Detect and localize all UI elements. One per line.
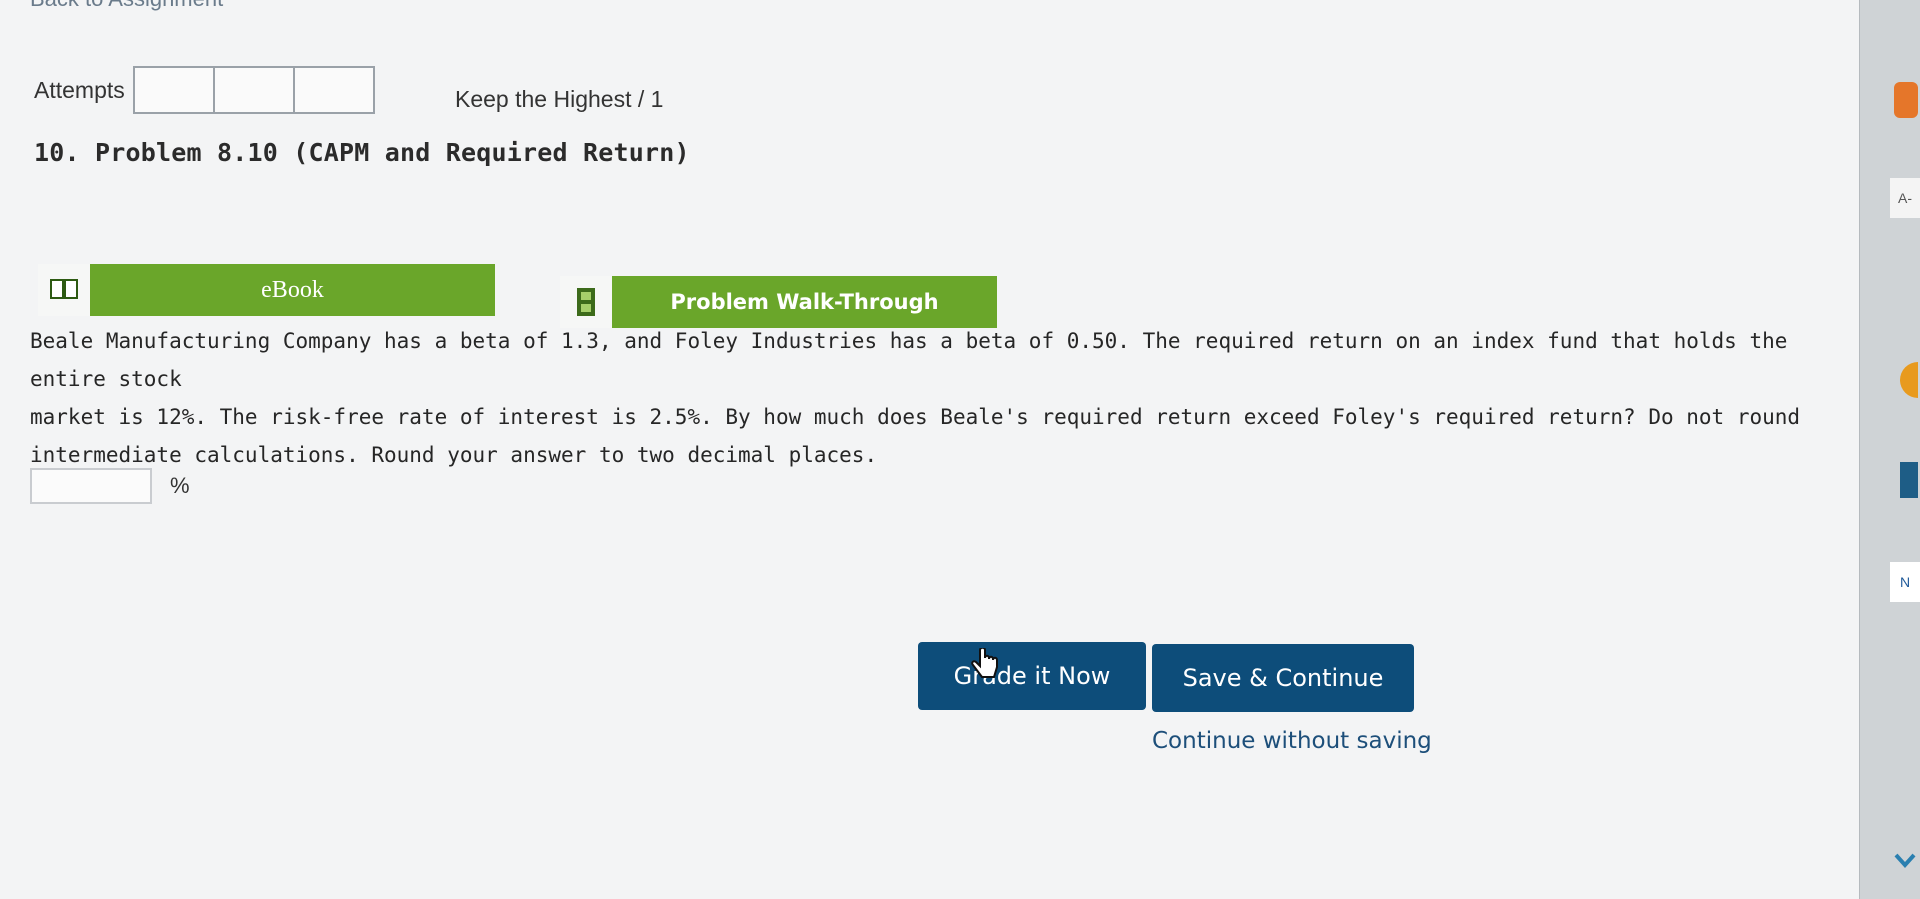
app-icon[interactable] [1890, 460, 1920, 500]
browser-side-rail: A- N [1859, 0, 1920, 899]
film-icon [560, 276, 612, 328]
ebook-button[interactable]: eBook [38, 264, 495, 316]
attempt-box [214, 68, 295, 112]
grade-it-now-button[interactable]: Grade it Now [918, 642, 1146, 710]
attempt-indicators [132, 66, 375, 114]
attempts-label: Attempts [34, 76, 125, 103]
question-line: market is 12%. The risk-free rate of int… [30, 405, 1801, 429]
walkthrough-label: Problem Walk-Through [612, 276, 997, 328]
scoring-policy: Keep the Highest / 1 [455, 86, 664, 112]
app-icon[interactable] [1890, 360, 1920, 400]
question-line: intermediate calculations. Round your an… [30, 443, 878, 467]
question-text: Beale Manufacturing Company has a beta o… [30, 322, 1810, 474]
back-to-assignment-link[interactable]: Back to Assignment [30, 0, 223, 12]
rail-item-text-size[interactable]: A- [1890, 178, 1920, 218]
attempt-box [294, 68, 373, 112]
question-line: Beale Manufacturing Company has a beta o… [30, 329, 1788, 391]
answer-row: % [30, 468, 190, 504]
problem-title: 10. Problem 8.10 (CAPM and Required Retu… [34, 138, 690, 167]
hand-pointer-icon [970, 646, 1000, 688]
feed-icon[interactable] [1890, 80, 1920, 120]
attempts-row: Attempts [34, 66, 375, 114]
answer-input[interactable] [30, 468, 152, 504]
attempt-box [134, 68, 215, 112]
save-continue-button[interactable]: Save & Continue [1152, 644, 1414, 712]
chevron-down-icon[interactable] [1890, 842, 1920, 882]
percent-unit: % [170, 473, 190, 498]
book-icon [38, 264, 90, 316]
problem-walkthrough-button[interactable]: Problem Walk-Through [560, 276, 997, 328]
rail-item-onenote[interactable]: N [1890, 562, 1920, 602]
ebook-label: eBook [90, 264, 495, 316]
assignment-page: Back to Assignment Attempts Keep the Hig… [0, 0, 1860, 899]
continue-without-saving-link[interactable]: Continue without saving [1152, 728, 1432, 754]
